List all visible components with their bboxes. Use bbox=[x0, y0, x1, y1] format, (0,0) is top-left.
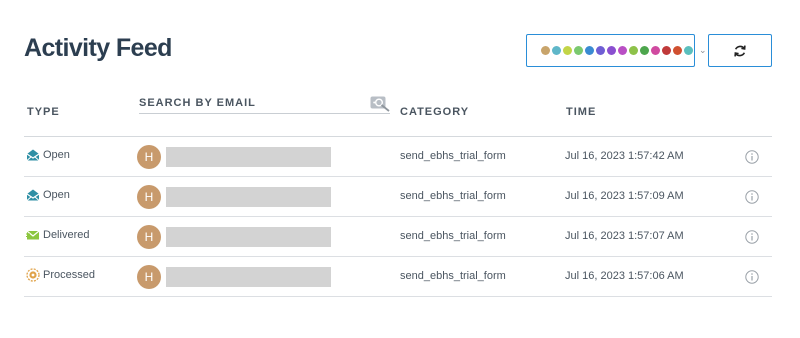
event-color-dot bbox=[574, 46, 583, 55]
event-color-dot bbox=[629, 46, 638, 55]
event-color-dot bbox=[596, 46, 605, 55]
event-type: Open bbox=[26, 148, 70, 162]
refresh-icon bbox=[734, 45, 746, 56]
category-value: send_ebhs_trial_form bbox=[400, 150, 506, 162]
time-value: Jul 16, 2023 1:57:42 AM bbox=[565, 150, 684, 162]
processed-gear-icon bbox=[26, 268, 40, 282]
open-envelope-icon bbox=[26, 149, 40, 161]
time-value: Jul 16, 2023 1:57:09 AM bbox=[565, 190, 684, 202]
chevron-down-icon: ⌄ bbox=[699, 45, 707, 55]
event-type: Open bbox=[26, 188, 70, 202]
event-color-dot bbox=[552, 46, 561, 55]
info-icon[interactable] bbox=[745, 270, 759, 284]
time-value: Jul 16, 2023 1:57:06 AM bbox=[565, 270, 684, 282]
event-type-filter-dropdown[interactable]: ⌄ bbox=[526, 34, 707, 67]
search-icon[interactable] bbox=[370, 95, 391, 112]
event-color-dot bbox=[684, 46, 693, 55]
column-header-type: TYPE bbox=[27, 106, 60, 118]
avatar: H bbox=[137, 225, 161, 249]
search-email-input[interactable] bbox=[139, 113, 390, 114]
event-color-dot bbox=[563, 46, 572, 55]
event-color-dot bbox=[651, 46, 660, 55]
open-envelope-icon bbox=[26, 189, 40, 201]
info-icon[interactable] bbox=[745, 230, 759, 244]
email-redacted bbox=[166, 227, 331, 247]
refresh-button[interactable] bbox=[708, 34, 772, 67]
search-by-email-label: SEARCH BY EMAIL bbox=[139, 97, 256, 109]
category-value: send_ebhs_trial_form bbox=[400, 230, 506, 242]
email-redacted bbox=[166, 147, 331, 167]
category-value: send_ebhs_trial_form bbox=[400, 270, 506, 282]
event-color-dot bbox=[640, 46, 649, 55]
column-header-time: TIME bbox=[566, 106, 597, 118]
category-value: send_ebhs_trial_form bbox=[400, 190, 506, 202]
avatar: H bbox=[137, 265, 161, 289]
event-type-label: Open bbox=[43, 189, 70, 201]
email-redacted bbox=[166, 267, 331, 287]
table-row[interactable]: Processed H send_ebhs_trial_form Jul 16,… bbox=[24, 257, 772, 297]
table-row[interactable]: Delivered H send_ebhs_trial_form Jul 16,… bbox=[24, 217, 772, 257]
delivered-envelope-icon bbox=[26, 230, 40, 240]
event-color-dot bbox=[607, 46, 616, 55]
event-type-label: Processed bbox=[43, 269, 95, 281]
table-row[interactable]: Open H send_ebhs_trial_form Jul 16, 2023… bbox=[24, 177, 772, 217]
event-color-dot bbox=[618, 46, 627, 55]
table-row[interactable]: Open H send_ebhs_trial_form Jul 16, 2023… bbox=[24, 137, 772, 177]
event-color-dots bbox=[541, 46, 693, 55]
event-color-dot bbox=[662, 46, 671, 55]
time-value: Jul 16, 2023 1:57:07 AM bbox=[565, 230, 684, 242]
info-icon[interactable] bbox=[745, 190, 759, 204]
email-redacted bbox=[166, 187, 331, 207]
avatar: H bbox=[137, 145, 161, 169]
event-color-dot bbox=[673, 46, 682, 55]
page-title: Activity Feed bbox=[24, 34, 172, 62]
event-type-label: Open bbox=[43, 149, 70, 161]
event-type: Processed bbox=[26, 268, 95, 282]
event-type: Delivered bbox=[26, 228, 89, 242]
event-type-label: Delivered bbox=[43, 229, 90, 241]
event-color-dot bbox=[585, 46, 594, 55]
column-header-category: CATEGORY bbox=[400, 106, 470, 118]
info-icon[interactable] bbox=[745, 150, 759, 164]
avatar: H bbox=[137, 185, 161, 209]
event-color-dot bbox=[541, 46, 550, 55]
